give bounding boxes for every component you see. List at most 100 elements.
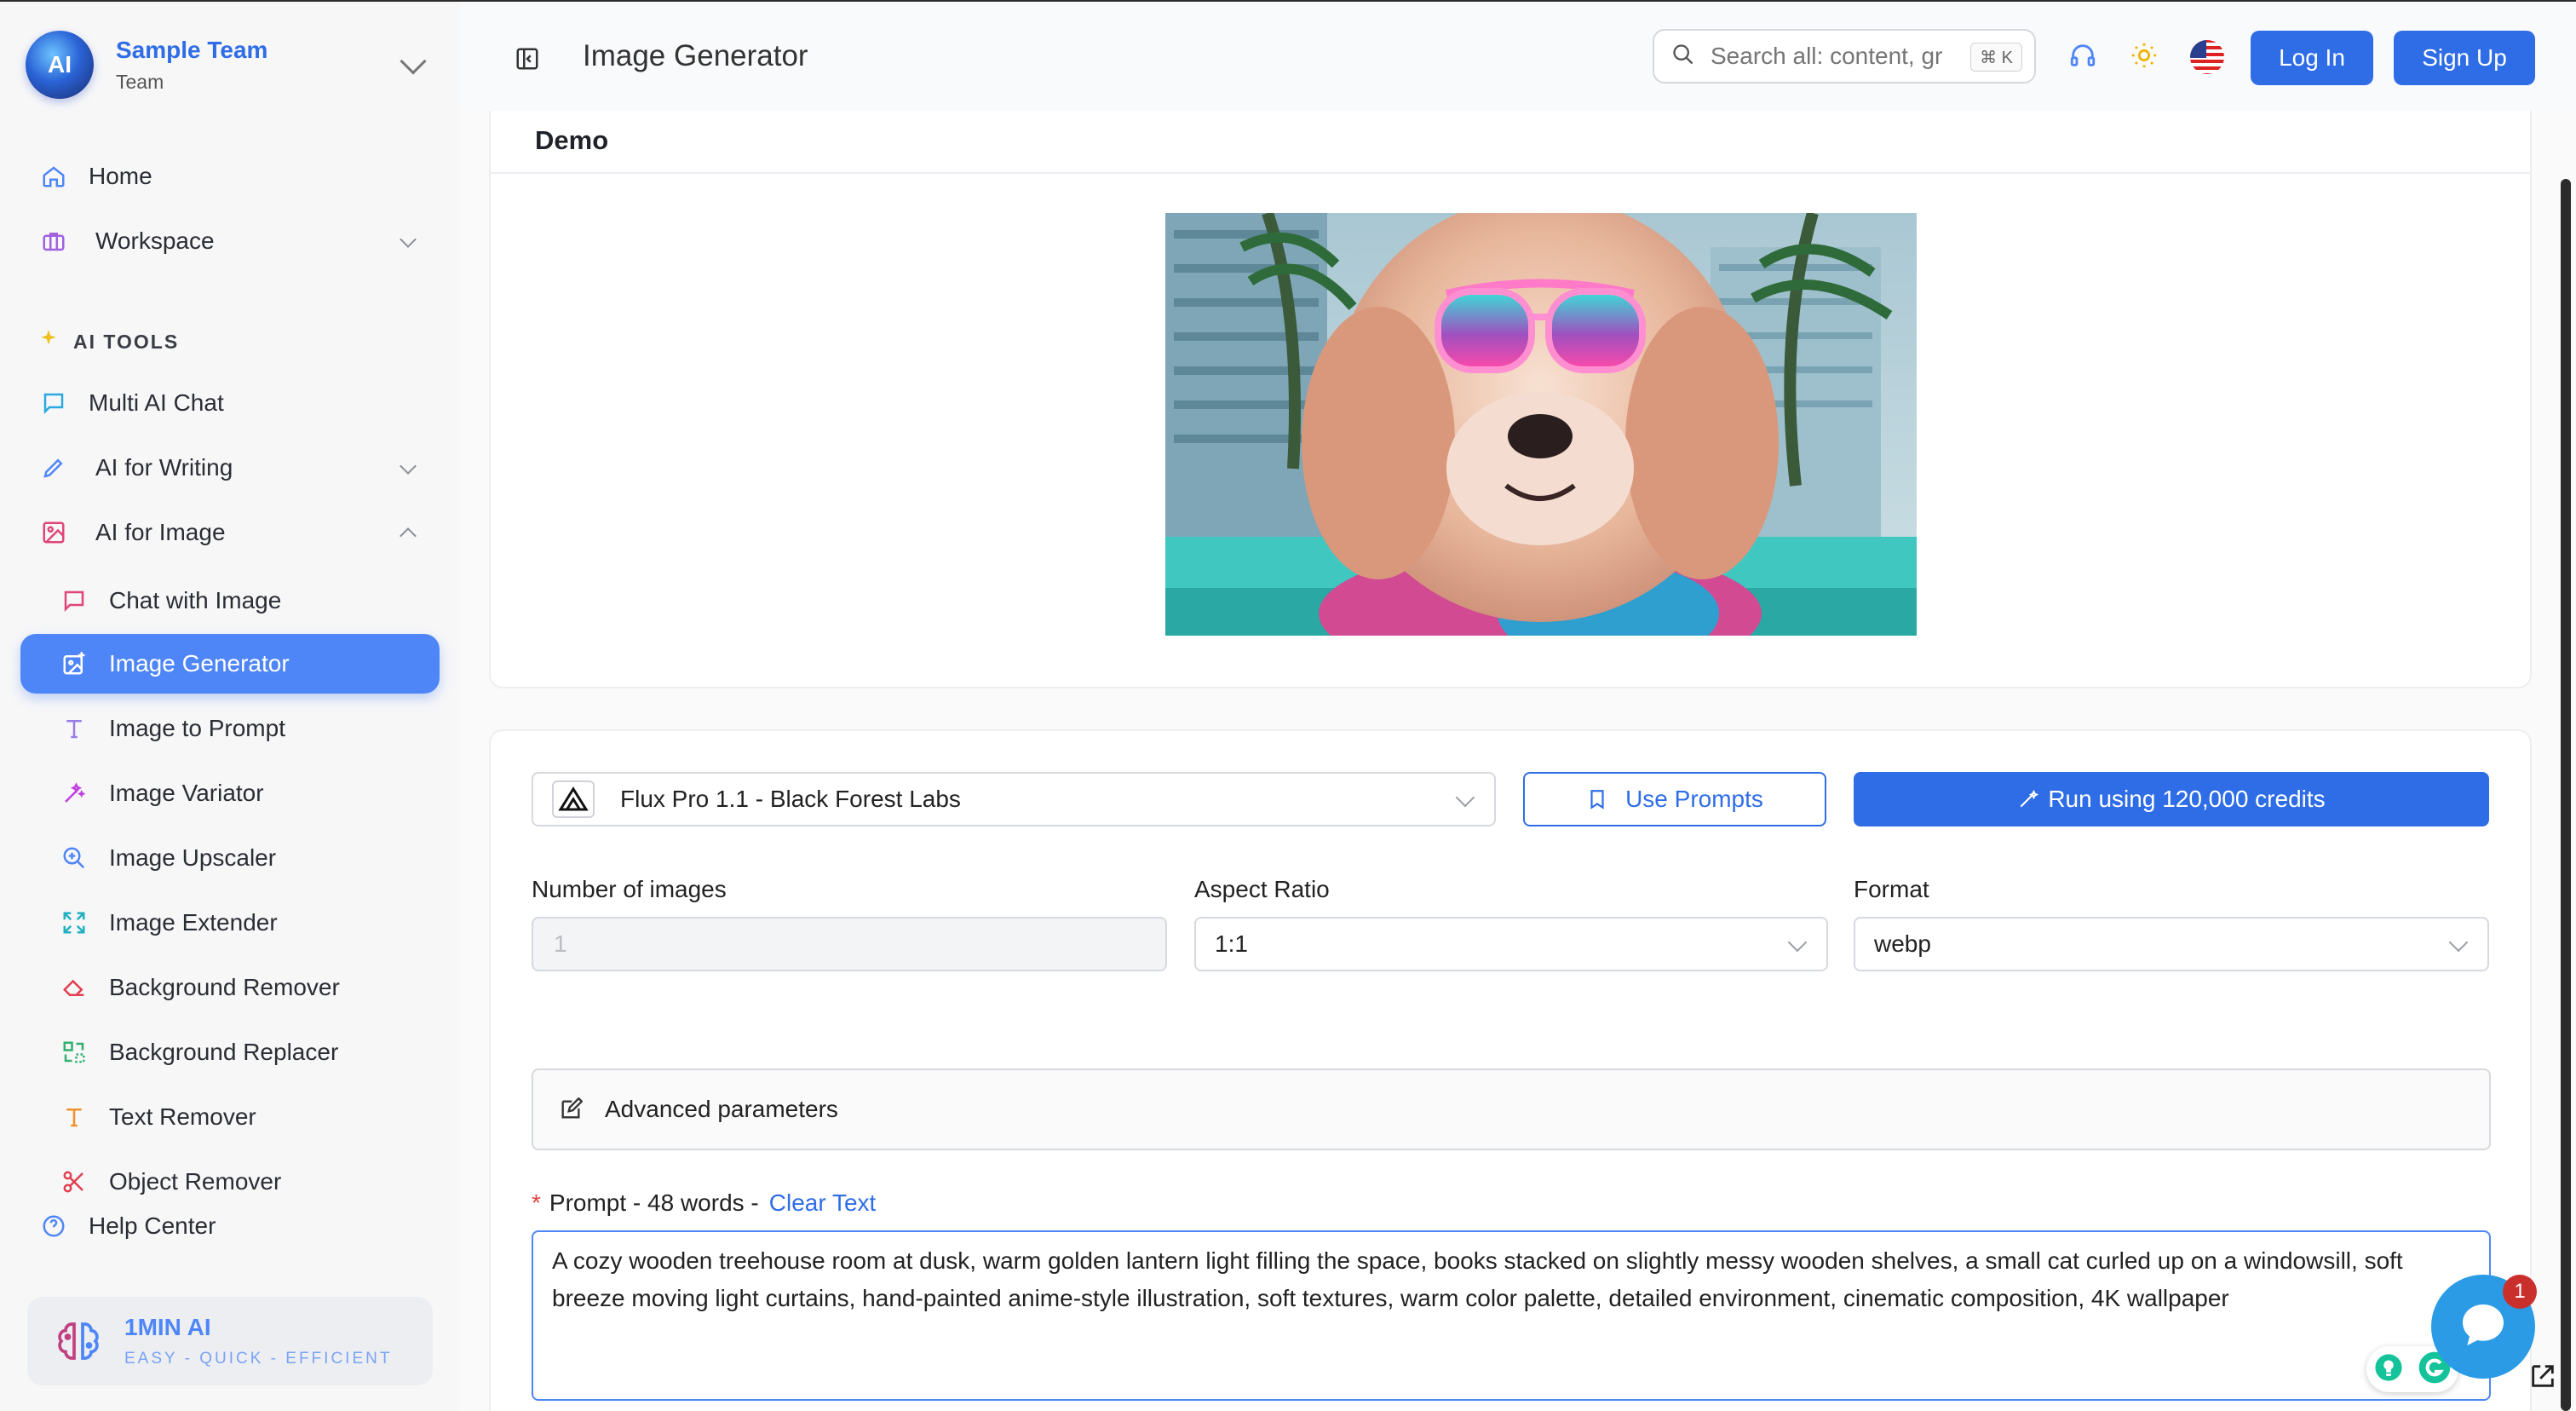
sidebar: AI Sample Team Team Home Workspace AI TO… [0,0,460,1411]
clear-text-link[interactable]: Clear Text [769,1189,877,1217]
team-subtitle: Team [116,70,164,93]
sidebar-item-label: Image Upscaler [109,844,277,871]
sidebar-item-multi-ai-chat[interactable]: Multi AI Chat [20,373,440,433]
text-icon [60,1103,89,1132]
chat-bubble-icon [2456,1298,2510,1356]
sidebar-item-label: Text Remover [109,1103,256,1130]
expand-icon [60,908,89,937]
headphones-icon[interactable] [2068,41,2099,72]
sun-icon[interactable] [2130,41,2160,72]
sidebar-item-label: Image Extender [109,909,278,936]
advanced-parameters-toggle[interactable]: Advanced parameters [532,1068,2491,1150]
sidebar-item-background-remover[interactable]: Background Remover [20,958,440,1017]
message-square-icon [60,586,89,615]
main-content: Demo Flux Pro 1.1 - Black Forest Labs Us… [460,111,2576,1411]
team-logo: AI [26,31,94,99]
sidebar-item-background-replacer[interactable]: Background Replacer [20,1022,440,1082]
us-flag-icon[interactable] [2189,39,2224,74]
briefcase-icon [39,227,68,256]
resize-icon[interactable] [2528,1362,2557,1395]
sidebar-item-label: Multi AI Chat [89,389,224,416]
sidebar-item-image-upscaler[interactable]: Image Upscaler [20,828,440,888]
sidebar-item-label: Help Center [89,1212,216,1239]
search-shortcut: ⌘ K [1970,43,2022,72]
sidebar-item-label: Home [89,163,152,189]
aspect-ratio-label: Aspect Ratio [1194,876,1330,902]
divider [491,172,2530,174]
brand-name: 1MIN AI [124,1314,211,1340]
brain-icon [53,1316,104,1367]
chevron-down-icon [1787,932,1808,953]
sparkle-icon [37,328,60,355]
sidebar-item-label: AI for Writing [95,454,233,481]
replace-icon [60,1038,89,1067]
lightbulb-icon [2374,1353,2403,1386]
demo-title: Demo [535,125,609,155]
sidebar-item-label: Object Remover [109,1168,282,1195]
text-icon [60,714,89,743]
format-label: Format [1854,876,1929,902]
sidebar-item-label: Image Variator [109,780,264,806]
sidebar-item-label: Background Replacer [109,1039,339,1065]
chat-icon [39,389,68,418]
sidebar-item-image-extender[interactable]: Image Extender [20,893,440,953]
section-label-ai-tools: AI TOOLS [37,327,179,356]
use-prompts-button[interactable]: Use Prompts [1523,772,1826,826]
sidebar-item-label: AI for Image [95,519,226,545]
zoom-in-icon [60,844,89,873]
chevron-up-icon [400,527,417,544]
chevron-down-icon [400,48,427,75]
sidebar-item-chat-with-image[interactable]: Chat with Image [20,571,440,631]
bookmark-icon [1586,787,1608,811]
sidebar-item-text-remover[interactable]: Text Remover [20,1087,440,1147]
sidebar-item-label: Chat with Image [109,587,282,613]
run-button[interactable]: Run using 120,000 credits [1854,772,2489,826]
mountain-logo-icon [552,780,595,818]
login-button[interactable]: Log In [2251,31,2373,85]
model-select[interactable]: Flux Pro 1.1 - Black Forest Labs [532,772,1496,826]
page-title: Image Generator [583,39,808,72]
generator-form: Flux Pro 1.1 - Black Forest Labs Use Pro… [489,729,2532,1411]
image-icon [39,518,68,547]
sidebar-item-image-to-prompt[interactable]: Image to Prompt [20,699,440,758]
aspect-ratio-select[interactable]: 1:1 [1194,917,1828,971]
chevron-down-icon [1455,787,1475,808]
sidebar-item-ai-for-image[interactable]: AI for Image [20,503,440,562]
magic-wand-icon [2017,788,2039,810]
sidebar-item-ai-for-writing[interactable]: AI for Writing [20,438,440,498]
search-icon [1671,43,1695,71]
image-plus-icon [60,649,89,678]
sidebar-item-image-generator[interactable]: Image Generator [20,634,440,694]
sidebar-toggle-icon[interactable] [515,46,540,72]
top-header: Image Generator ⌘ K Log In Sign Up [460,0,2576,111]
format-select[interactable]: webp [1854,917,2489,971]
page-scrollbar[interactable] [2561,179,2571,1411]
sidebar-item-image-variator[interactable]: Image Variator [20,763,440,823]
chevron-down-icon [2448,932,2469,953]
required-marker: * [532,1189,541,1216]
demo-card: Demo [489,111,2532,688]
search-input[interactable] [1711,43,1949,70]
pen-icon [39,453,68,482]
sidebar-item-help-center[interactable]: Help Center [20,1196,440,1256]
signup-button[interactable]: Sign Up [2394,31,2535,85]
home-icon [39,162,68,191]
help-circle-icon [39,1212,68,1241]
chevron-down-icon [400,231,417,248]
sidebar-item-workspace[interactable]: Workspace [20,211,440,271]
global-search[interactable]: ⌘ K [1653,29,2036,84]
format-value: webp [1874,930,1931,957]
sidebar-item-label: Image Generator [109,650,290,677]
chevron-down-icon [400,458,417,475]
num-images-input [532,917,1167,971]
chat-unread-badge: 1 [2503,1275,2537,1309]
team-switcher[interactable]: AI Sample Team Team [26,27,434,102]
prompt-textarea[interactable]: A cozy wooden treehouse room at dusk, wa… [532,1230,2491,1401]
brand-card[interactable]: 1MIN AI EASY - QUICK - EFFICIENT [27,1297,433,1385]
scissors-icon [60,1167,89,1196]
demo-image [1165,213,1917,636]
team-name: Sample Team [116,36,268,63]
num-images-label: Number of images [532,876,727,902]
sidebar-item-home[interactable]: Home [20,147,440,206]
magic-wand-icon [60,779,89,808]
